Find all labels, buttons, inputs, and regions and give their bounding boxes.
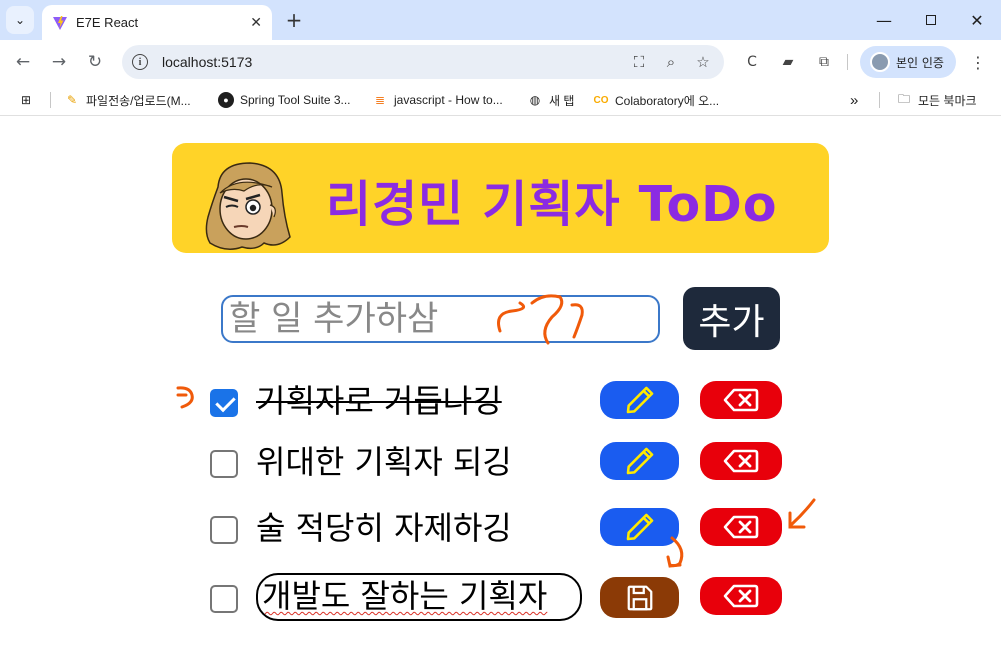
todo-item-editing: 개발도 잘하는 기획자 [210,573,790,621]
pencil-icon [626,513,653,541]
bookmark-item[interactable]: ◍ 새 탭 [527,90,575,110]
translate-icon[interactable]: ⛶ [628,51,650,73]
bookmark-label: 파일전송/업로드(M... [86,93,191,108]
bookmarks-divider [879,92,880,108]
site-info-icon[interactable]: i [132,54,148,70]
apps-grid-button[interactable]: ⊞ [18,90,40,110]
bookmarks-overflow-button[interactable]: » [850,90,858,110]
apps-grid-icon: ⊞ [20,93,32,107]
browser-toolbar: ← → ↻ i localhost:5173 ⛶ ⌕ ☆ C ▰ ⧉ 본인 인증… [0,40,1001,84]
delete-button[interactable] [700,577,782,615]
new-tab-button[interactable]: + [282,8,306,32]
back-button[interactable]: ← [11,50,35,74]
colab-icon: CO [593,94,609,106]
todo-add-input[interactable] [221,295,660,343]
floppy-disk-icon [627,585,652,610]
page-content: 리경민 기획자 ToDo 추가 기획자로 거듭나깅 위대한 기획자 되깅 술 적… [0,117,1001,662]
extension-book-icon[interactable]: ▰ [778,52,798,72]
pencil-icon [626,447,653,475]
tab-title: E7E React [76,15,139,30]
folder-icon: 🗀 [897,91,910,106]
bookmark-label: javascript - How to... [394,93,503,107]
reload-icon: ↻ [87,52,103,72]
todo-edit-input[interactable]: 개발도 잘하는 기획자 [256,573,582,621]
forward-button[interactable]: → [47,50,71,74]
more-menu-icon[interactable]: ⋮ [968,52,988,72]
arrow-left-icon: ← [15,52,31,72]
minimize-icon: — [876,10,892,30]
stackoverflow-icon: ≣ [374,93,386,107]
bookmarks-divider [50,92,51,108]
all-bookmarks-label: 모든 북마크 [918,93,977,108]
bookmarks-bar: ⊞ ✎ 파일전송/업로드(M... ● Spring Tool Suite 3.… [0,84,1001,116]
edit-button[interactable] [600,442,679,480]
todo-item: 술 적당히 자제하깅 [210,506,790,550]
backspace-delete-icon [723,449,759,473]
bookmark-label: Spring Tool Suite 3... [240,93,351,107]
all-bookmarks-button[interactable]: 🗀 모든 북마크 [896,90,977,110]
chevron-down-icon: ⌄ [14,13,26,27]
profile-button[interactable]: 본인 인증 [860,46,956,78]
todo-checkbox[interactable] [210,516,238,544]
app-header: 리경민 기획자 ToDo [172,143,829,253]
delete-button[interactable] [700,381,782,419]
close-window-button[interactable]: ✕ [955,4,999,36]
cartoon-avatar-icon [205,162,291,250]
tab-search-button[interactable]: ⌄ [6,6,34,34]
zoom-icon[interactable]: ⌕ [660,51,682,73]
close-tab-icon[interactable]: ✕ [250,14,262,31]
todo-text: 술 적당히 자제하깅 [256,509,512,547]
chevron-double-right-icon: » [850,91,859,109]
todo-text: 기획자로 거듭나깅 [256,382,502,420]
extensions-puzzle-icon[interactable]: ⧉ [814,52,834,72]
arrow-right-icon: → [51,52,67,72]
github-icon: ● [218,92,234,108]
globe-icon: ◍ [529,93,541,107]
vite-logo-icon [53,15,67,30]
bookmark-item[interactable]: ≣ javascript - How to... [372,90,503,110]
maximize-icon [926,15,936,25]
delete-button[interactable] [700,442,782,480]
edit-button[interactable] [600,508,679,546]
address-bar[interactable]: i localhost:5173 ⛶ ⌕ ☆ [122,45,724,79]
pencil-icon: ✎ [66,93,78,107]
close-icon: ✕ [970,10,984,30]
page-title: 리경민 기획자 ToDo [326,176,778,233]
reload-button[interactable]: ↻ [83,50,107,74]
pencil-icon [626,386,653,414]
backspace-delete-icon [723,515,759,539]
bookmark-label: 새 탭 [549,93,575,108]
bookmark-item[interactable]: ✎ 파일전송/업로드(M... [64,90,191,110]
backspace-delete-icon [723,388,759,412]
delete-button[interactable] [700,508,782,546]
todo-edit-text: 개발도 잘하는 기획자 [262,577,548,615]
backspace-delete-icon [723,584,759,608]
bookmark-star-icon[interactable]: ☆ [692,51,714,73]
browser-title-bar: ⌄ E7E React ✕ + — ✕ [0,0,1001,40]
bookmark-item[interactable]: ● Spring Tool Suite 3... [218,90,351,110]
save-button[interactable] [600,577,679,618]
bookmark-item[interactable]: CO Colaboratory에 오... [593,90,720,110]
avatar [870,52,890,72]
profile-label: 본인 인증 [896,55,944,70]
todo-checkbox[interactable] [210,450,238,478]
toolbar-divider [847,54,848,70]
todo-checkbox[interactable] [210,389,238,417]
minimize-button[interactable]: — [862,4,906,36]
plus-icon: + [285,8,303,32]
todo-item: 위대한 기획자 되깅 [210,440,790,484]
annotation-arrow-mark [176,386,194,409]
annotation-arrow [790,498,816,526]
bookmark-label: Colaboratory에 오... [615,93,720,108]
browser-tab-active[interactable]: E7E React ✕ [42,5,272,40]
edit-button[interactable] [600,381,679,419]
url-text[interactable]: localhost:5173 [162,54,628,70]
add-todo-button[interactable]: 추가 [683,287,780,350]
todo-item: 기획자로 거듭나깅 [210,379,790,423]
maximize-button[interactable] [909,4,953,36]
todo-checkbox[interactable] [210,585,238,613]
extension-c-icon[interactable]: C [742,52,762,72]
todo-text: 위대한 기획자 되깅 [256,443,512,481]
